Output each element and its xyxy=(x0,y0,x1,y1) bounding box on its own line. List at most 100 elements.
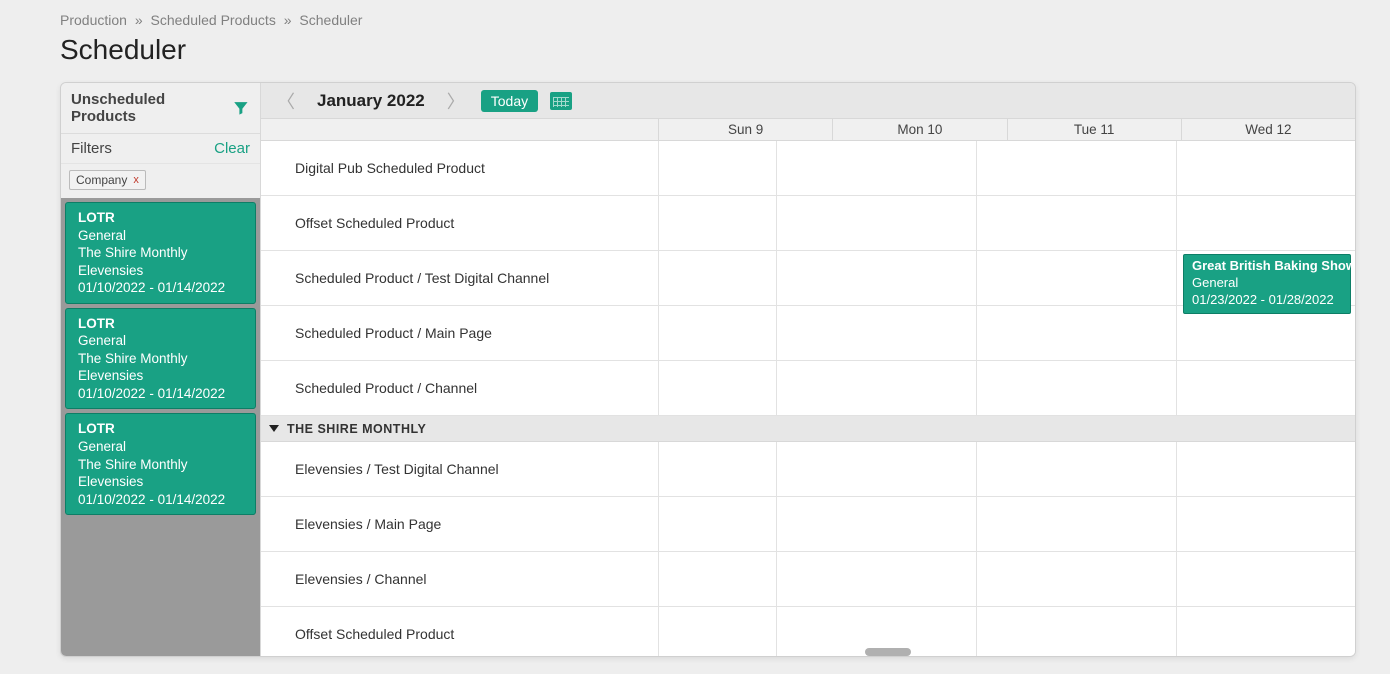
page-title: Scheduler xyxy=(60,34,1355,66)
group-header[interactable]: The Shire Monthly xyxy=(261,416,1355,442)
card-product: Elevensies xyxy=(78,367,245,385)
grid-cell[interactable] xyxy=(1177,552,1355,606)
grid-cell[interactable] xyxy=(777,306,977,360)
grid-cell[interactable] xyxy=(1177,196,1355,250)
filter-chips: Company x xyxy=(61,164,260,198)
breadcrumb: Production » Scheduled Products » Schedu… xyxy=(60,12,1355,28)
breadcrumb-item[interactable]: Scheduler xyxy=(299,12,362,28)
card-company: LOTR xyxy=(78,209,245,227)
card-publication: The Shire Monthly xyxy=(78,244,245,262)
card-product: Elevensies xyxy=(78,262,245,280)
card-dates: 01/10/2022 - 01/14/2022 xyxy=(78,279,245,297)
calendar-icon[interactable] xyxy=(550,92,572,110)
grid-cell[interactable] xyxy=(977,251,1177,305)
breadcrumb-sep: » xyxy=(284,12,292,28)
grid-cell[interactable] xyxy=(659,361,777,415)
grid-cell[interactable] xyxy=(1177,442,1355,496)
filters-row: Filters Clear xyxy=(61,134,260,164)
grid-row: Offset Scheduled Product xyxy=(261,607,1355,656)
grid-cell[interactable] xyxy=(777,141,977,195)
grid-cell[interactable] xyxy=(1177,306,1355,360)
grid-cell[interactable] xyxy=(659,607,777,656)
prev-month-button[interactable]: 〈 xyxy=(273,88,299,114)
grid-cell[interactable] xyxy=(977,361,1177,415)
grid-cell[interactable] xyxy=(777,361,977,415)
grid-cell[interactable] xyxy=(977,552,1177,606)
unscheduled-card[interactable]: LOTR General The Shire Monthly Elevensie… xyxy=(65,202,256,304)
grid-cell[interactable] xyxy=(777,442,977,496)
grid-cell[interactable] xyxy=(659,141,777,195)
calendar-toolbar: 〈 January 2022 〉 Today xyxy=(261,83,1355,119)
grid-cell[interactable] xyxy=(659,552,777,606)
breadcrumb-sep: » xyxy=(135,12,143,28)
grid-cell[interactable] xyxy=(1177,361,1355,415)
grid-cell[interactable] xyxy=(777,497,977,551)
remove-chip-icon[interactable]: x xyxy=(133,174,139,186)
row-label: Elevensies / Channel xyxy=(261,552,659,606)
card-publication: The Shire Monthly xyxy=(78,456,245,474)
row-label: Scheduled Product / Channel xyxy=(261,361,659,415)
grid-row: Scheduled Product / Channel xyxy=(261,361,1355,416)
card-publication: The Shire Monthly xyxy=(78,350,245,368)
collapse-icon[interactable] xyxy=(269,425,279,432)
sidebar-header: Unscheduled Products xyxy=(61,83,260,134)
grid-row: Elevensies / Channel xyxy=(261,552,1355,607)
breadcrumb-item[interactable]: Scheduled Products xyxy=(151,12,276,28)
grid-cell[interactable] xyxy=(977,306,1177,360)
row-label: Elevensies / Test Digital Channel xyxy=(261,442,659,496)
grid-cell[interactable] xyxy=(659,306,777,360)
scheduled-event[interactable]: Great British Baking Show General 01/23/… xyxy=(1183,254,1351,314)
group-title: The Shire Monthly xyxy=(287,422,426,436)
horizontal-scrollbar-thumb[interactable] xyxy=(865,648,911,656)
row-label: Digital Pub Scheduled Product xyxy=(261,141,659,195)
grid-cell[interactable] xyxy=(1177,497,1355,551)
breadcrumb-item[interactable]: Production xyxy=(60,12,127,28)
next-month-button[interactable]: 〉 xyxy=(443,88,469,114)
grid-cell[interactable] xyxy=(977,497,1177,551)
filters-label: Filters xyxy=(71,140,112,157)
grid-cell[interactable] xyxy=(977,607,1177,656)
card-type: General xyxy=(78,227,245,245)
card-product: Elevensies xyxy=(78,473,245,491)
filter-chip-company[interactable]: Company x xyxy=(69,170,146,190)
grid-row: Offset Scheduled Product xyxy=(261,196,1355,251)
unscheduled-list: LOTR General The Shire Monthly Elevensie… xyxy=(61,198,260,656)
event-subtitle: General xyxy=(1192,275,1342,292)
filter-chip-label: Company xyxy=(76,173,127,187)
grid-cell[interactable] xyxy=(659,442,777,496)
clear-filters-link[interactable]: Clear xyxy=(214,140,250,157)
unscheduled-card[interactable]: LOTR General The Shire Monthly Elevensie… xyxy=(65,413,256,515)
row-label: Elevensies / Main Page xyxy=(261,497,659,551)
day-column-wed: Wed 12 xyxy=(1182,119,1355,140)
row-label-header xyxy=(261,119,659,140)
card-type: General xyxy=(78,332,245,350)
grid-cell[interactable] xyxy=(659,497,777,551)
day-column-mon: Mon 10 xyxy=(833,119,1007,140)
grid-cell[interactable] xyxy=(1177,607,1355,656)
grid-cell[interactable] xyxy=(977,442,1177,496)
grid-cell[interactable] xyxy=(659,251,777,305)
day-column-sun: Sun 9 xyxy=(659,119,833,140)
grid-cell[interactable] xyxy=(1177,141,1355,195)
filter-icon[interactable] xyxy=(232,99,250,117)
event-title: Great British Baking Show xyxy=(1192,258,1342,275)
unscheduled-card[interactable]: LOTR General The Shire Monthly Elevensie… xyxy=(65,308,256,410)
card-type: General xyxy=(78,438,245,456)
grid-cell[interactable] xyxy=(977,196,1177,250)
unscheduled-sidebar: Unscheduled Products Filters Clear Compa… xyxy=(61,83,261,656)
event-dates: 01/23/2022 - 01/28/2022 xyxy=(1192,292,1342,309)
grid-cell[interactable] xyxy=(777,251,977,305)
grid-cell[interactable] xyxy=(659,196,777,250)
grid-cell[interactable] xyxy=(777,552,977,606)
today-button[interactable]: Today xyxy=(481,90,538,112)
grid-row: Scheduled Product / Main Page xyxy=(261,306,1355,361)
grid-row: Elevensies / Test Digital Channel xyxy=(261,442,1355,497)
card-dates: 01/10/2022 - 01/14/2022 xyxy=(78,385,245,403)
grid-row: Digital Pub Scheduled Product xyxy=(261,141,1355,196)
row-label: Scheduled Product / Main Page xyxy=(261,306,659,360)
card-dates: 01/10/2022 - 01/14/2022 xyxy=(78,491,245,509)
card-company: LOTR xyxy=(78,315,245,333)
grid-cell[interactable] xyxy=(977,141,1177,195)
calendar-grid[interactable]: Digital Pub Scheduled Product Offset Sch… xyxy=(261,141,1355,656)
grid-cell[interactable] xyxy=(777,196,977,250)
